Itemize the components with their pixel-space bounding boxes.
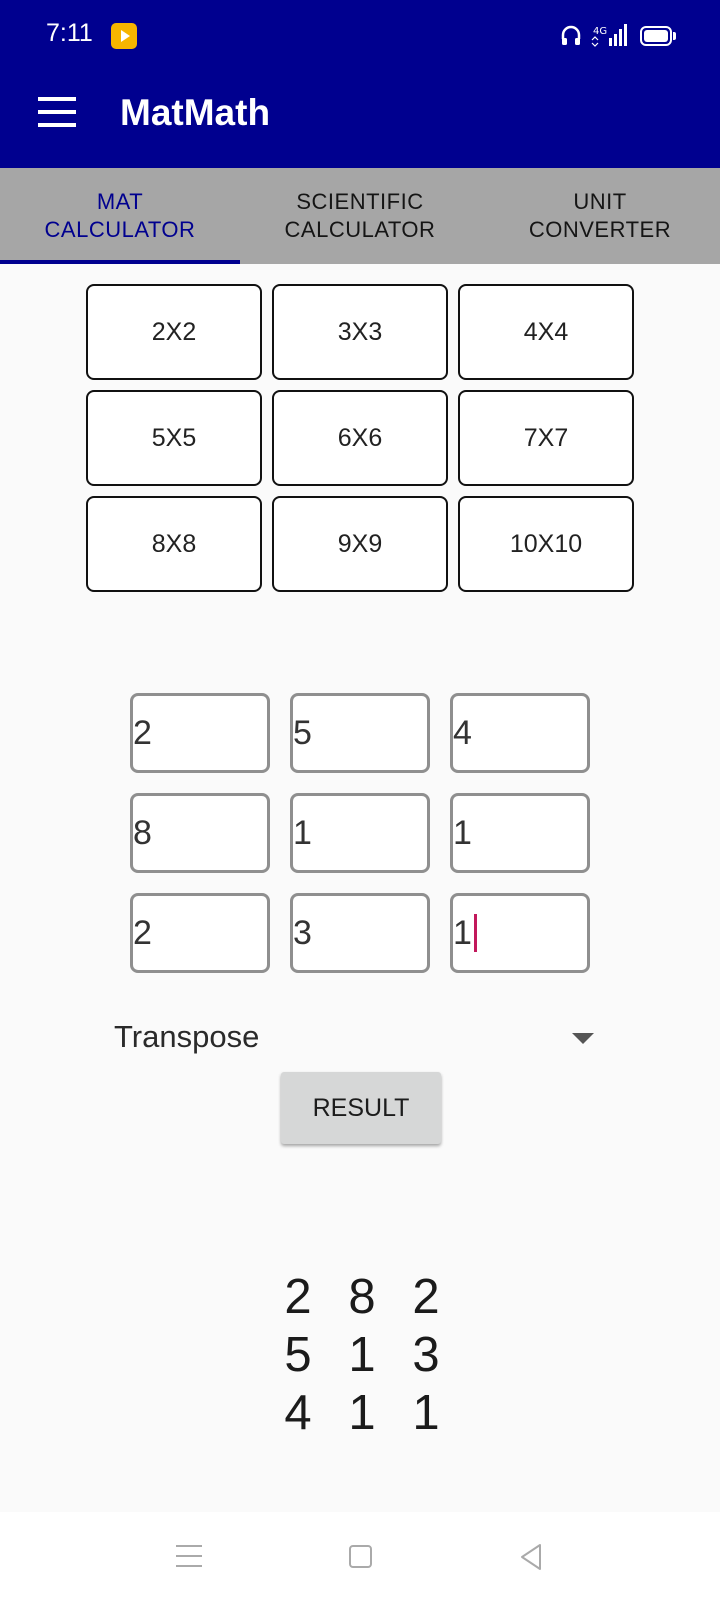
matrix-cell-value: 1: [293, 813, 312, 852]
tab-scientific-calculator[interactable]: SCIENTIFIC CALCULATOR: [240, 168, 480, 264]
size-button-4x4[interactable]: 4X4: [458, 284, 634, 380]
size-button-5x5[interactable]: 5X5: [86, 390, 262, 486]
matrix-cell-value: 2: [133, 713, 152, 752]
tab-label-line1: SCIENTIFIC: [296, 189, 424, 214]
result-cell-r2c1: 5: [284, 1328, 312, 1382]
matrix-cell-r1c1[interactable]: 2: [130, 693, 270, 773]
size-button-3x3[interactable]: 3X3: [272, 284, 448, 380]
signal-icon: 4G: [591, 24, 627, 47]
matrix-cell-value: 1: [453, 913, 472, 952]
matrix-cell-r2c2[interactable]: 1: [290, 793, 430, 873]
result-cell-r1c3: 2: [412, 1270, 440, 1324]
matrix-cell-r3c2[interactable]: 3: [290, 893, 430, 973]
recent-apps-icon[interactable]: [176, 1545, 202, 1567]
dropdown-arrow-icon: [572, 1033, 594, 1044]
size-button-6x6[interactable]: 6X6: [272, 390, 448, 486]
battery-icon: [640, 26, 676, 46]
status-time: 7:11: [46, 19, 93, 47]
result-cell-r2c2: 1: [348, 1328, 376, 1382]
result-button[interactable]: RESULT: [281, 1072, 441, 1144]
result-matrix: 2 8 2 5 1 3 4 1 1: [266, 1268, 458, 1442]
size-button-9x9[interactable]: 9X9: [272, 496, 448, 592]
text-cursor: [473, 914, 477, 952]
tab-label-line1: MAT: [96, 189, 144, 214]
network-type-label: 4G: [593, 26, 607, 37]
result-cell-r1c1: 2: [284, 1270, 312, 1324]
headset-icon: [561, 25, 581, 45]
size-button-10x10[interactable]: 10X10: [458, 496, 634, 592]
back-icon[interactable]: [518, 1542, 544, 1572]
matrix-cell-r1c3[interactable]: 4: [450, 693, 590, 773]
matrix-cell-r2c1[interactable]: 8: [130, 793, 270, 873]
matrix-cell-r1c2[interactable]: 5: [290, 693, 430, 773]
matrix-cell-value: 5: [293, 713, 312, 752]
tab-mat-calculator[interactable]: MAT CALCULATOR: [0, 168, 240, 264]
matrix-cell-value: 8: [133, 813, 152, 852]
result-cell-r2c3: 3: [412, 1328, 440, 1382]
matrix-cell-value: 4: [453, 713, 472, 752]
system-navigation-bar: [0, 1512, 720, 1600]
matrix-cell-value: 2: [133, 913, 152, 952]
tab-bar: MAT CALCULATOR SCIENTIFIC CALCULATOR UNIT C…: [0, 168, 720, 264]
operation-dropdown[interactable]: Transpose: [114, 1012, 594, 1062]
matrix-cell-value: 3: [293, 913, 312, 952]
result-cell-r3c3: 1: [412, 1386, 440, 1440]
home-icon[interactable]: [349, 1545, 372, 1568]
result-cell-r1c2: 8: [348, 1270, 376, 1324]
tab-label-line2: CALCULATOR: [44, 217, 196, 242]
result-cell-r3c1: 4: [284, 1386, 312, 1440]
app-title: MatMath: [120, 92, 271, 133]
matrix-cell-r3c3[interactable]: 1: [450, 893, 590, 973]
tab-label-line2: CONVERTER: [528, 217, 672, 242]
result-cell-r3c2: 1: [348, 1386, 376, 1440]
matrix-cell-r2c3[interactable]: 1: [450, 793, 590, 873]
matrix-cell-value: 1: [453, 813, 472, 852]
tab-label-line2: CALCULATOR: [284, 217, 436, 242]
tab-label-line1: UNIT: [573, 189, 627, 214]
operation-selected-label: Transpose: [114, 1019, 260, 1054]
matrix-cell-r3c1[interactable]: 2: [130, 893, 270, 973]
matrix-size-grid: 2X2 3X3 4X4 5X5 6X6 7X7 8X8 9X9 10X10: [86, 284, 634, 592]
matrix-input-grid: 2 5 4 8 1 1 2 3 1: [130, 693, 590, 973]
status-bar: 7:11 4G: [0, 0, 720, 70]
size-button-8x8[interactable]: 8X8: [86, 496, 262, 592]
app-bar: MatMath: [0, 70, 720, 168]
media-player-icon: [111, 23, 137, 49]
tab-unit-converter[interactable]: UNIT CONVERTER: [480, 168, 720, 264]
menu-icon[interactable]: [38, 97, 76, 127]
size-button-7x7[interactable]: 7X7: [458, 390, 634, 486]
size-button-2x2[interactable]: 2X2: [86, 284, 262, 380]
